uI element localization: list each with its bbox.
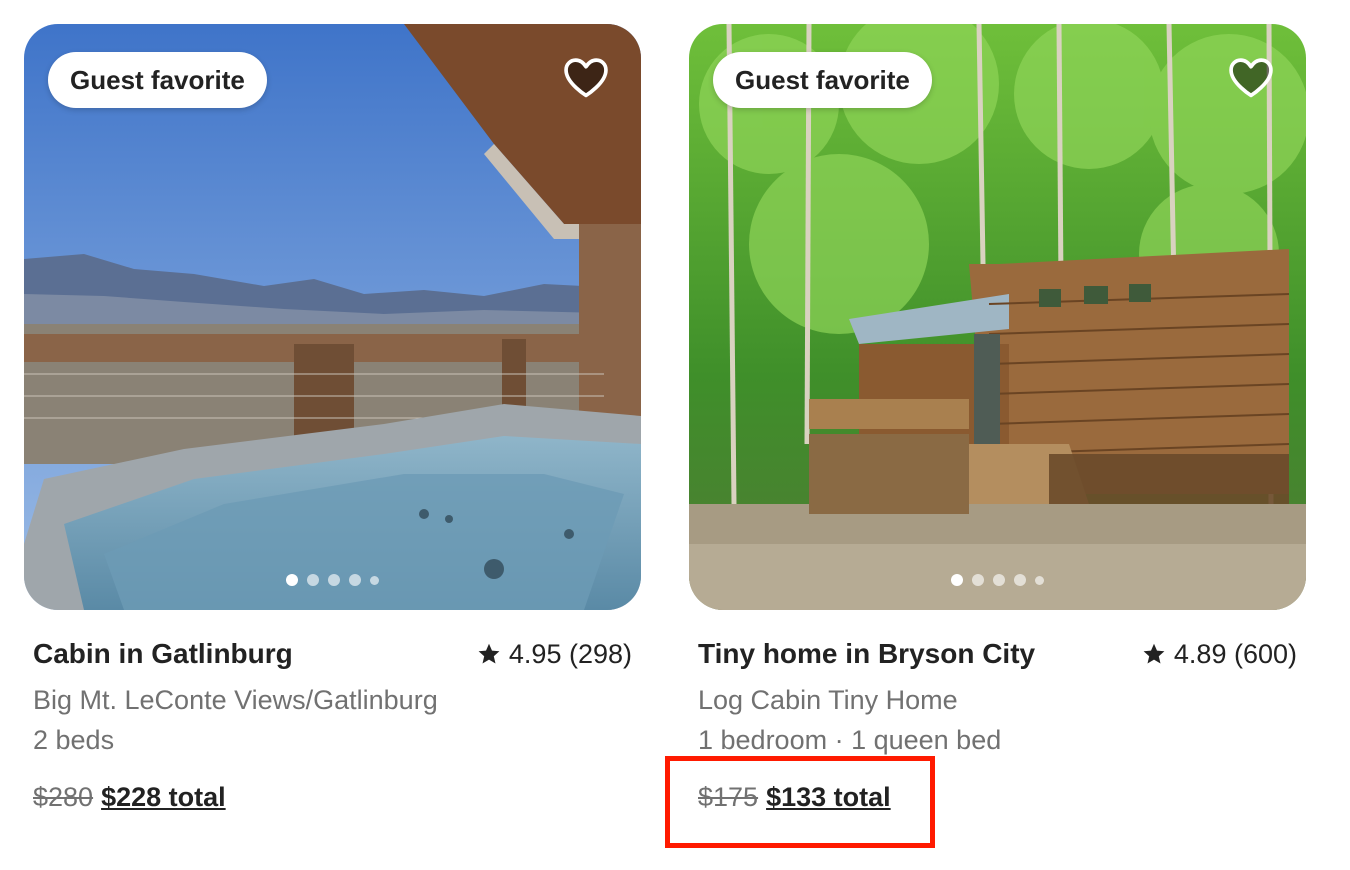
listing-beds: 2 beds bbox=[33, 725, 115, 755]
guest-favorite-badge: Guest favorite bbox=[713, 52, 932, 108]
listing-price: $280 $228 total bbox=[33, 782, 632, 813]
listing-info: Cabin in Gatlinburg 4.95 (298) Big Mt. L… bbox=[24, 634, 641, 813]
listing-subtitle: Big Mt. LeConte Views/Gatlinburg bbox=[33, 685, 438, 715]
listing-subtitle: Log Cabin Tiny Home bbox=[698, 685, 958, 715]
listing-price: $175 $133 total bbox=[698, 782, 1297, 813]
total-price-link[interactable]: $133 total bbox=[766, 782, 891, 813]
rating-value: 4.95 (298) bbox=[508, 638, 632, 669]
pagination-dot[interactable] bbox=[1035, 575, 1044, 585]
pagination-dot[interactable] bbox=[349, 574, 361, 586]
listing-photo-image bbox=[24, 24, 641, 610]
listing-title[interactable]: Cabin in Gatlinburg bbox=[33, 638, 293, 670]
photo-pagination[interactable] bbox=[689, 574, 1306, 586]
original-price: $175 bbox=[698, 782, 759, 812]
listing-title[interactable]: Tiny home in Bryson City bbox=[698, 638, 1035, 670]
listing-photo[interactable]: Guest favorite bbox=[24, 24, 641, 610]
heart-icon[interactable] bbox=[561, 54, 611, 100]
listing-info: Tiny home in Bryson City 4.89 (600) Log … bbox=[689, 634, 1306, 813]
guest-favorite-badge: Guest favorite bbox=[48, 52, 267, 108]
pagination-dot[interactable] bbox=[993, 574, 1005, 586]
pagination-dot[interactable] bbox=[972, 574, 984, 586]
original-price: $280 bbox=[33, 782, 94, 812]
pagination-dot[interactable] bbox=[370, 575, 379, 585]
pagination-dot[interactable] bbox=[286, 574, 298, 586]
star-icon bbox=[478, 643, 500, 664]
listing-beds: 1 bedroom · 1 queen bed bbox=[698, 725, 1002, 755]
pagination-dot[interactable] bbox=[307, 574, 319, 586]
listing-card-gatlinburg[interactable]: Guest favorite Cabin in Gatlinburg 4.95 … bbox=[24, 24, 641, 813]
pagination-dot[interactable] bbox=[951, 574, 963, 586]
total-price-link[interactable]: $228 total bbox=[101, 782, 226, 813]
listing-photo[interactable]: Guest favorite bbox=[689, 24, 1306, 610]
listing-rating: 4.95 (298) bbox=[477, 639, 632, 670]
listing-photo-image bbox=[689, 24, 1306, 610]
rating-value: 4.89 (600) bbox=[1173, 638, 1297, 669]
listing-card-bryson-city[interactable]: Guest favorite Tiny home in Bryson City … bbox=[689, 24, 1306, 813]
photo-pagination[interactable] bbox=[24, 574, 641, 586]
heart-icon[interactable] bbox=[1226, 54, 1276, 100]
star-icon bbox=[1143, 643, 1165, 664]
listing-rating: 4.89 (600) bbox=[1142, 639, 1297, 670]
pagination-dot[interactable] bbox=[328, 574, 340, 586]
pagination-dot[interactable] bbox=[1014, 574, 1026, 586]
